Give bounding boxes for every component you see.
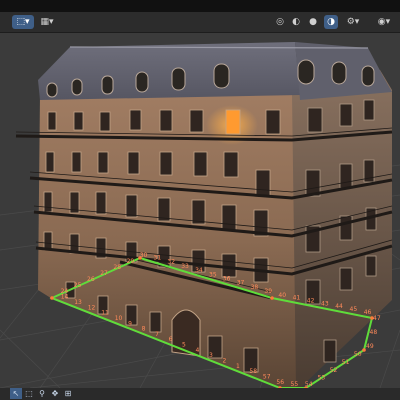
view-options-button[interactable]: ▦ ▾ xyxy=(37,15,57,29)
vertex-label: 6 xyxy=(169,336,173,343)
vertex-label: 38 xyxy=(251,284,259,291)
vertex-label: 30 xyxy=(140,252,148,259)
transform-mode-button[interactable]: ⬚ ▾ xyxy=(12,15,34,29)
vertex-label: 32 xyxy=(167,259,175,266)
scene-canvas[interactable]: 24252627282930 31323334353637383940 41 42 43… xyxy=(0,33,400,388)
solid-shading-icon: ◐ xyxy=(292,17,300,27)
snap-button[interactable]: ⊞ xyxy=(62,388,74,399)
vertex-label: 36 xyxy=(223,276,231,283)
vertex-label: 50 xyxy=(354,351,362,358)
move-icon: ✥ xyxy=(51,389,59,398)
select-arrow-icon: ↖ xyxy=(12,389,20,398)
vertex-label: 8 xyxy=(142,326,146,333)
vertex-label: 5 xyxy=(182,342,186,349)
vertex-label: 37 xyxy=(237,280,245,287)
vertex-label: 14 xyxy=(61,294,69,301)
vertex-label: 26 xyxy=(87,276,95,283)
snap-icon: ⊞ xyxy=(64,389,72,398)
bottom-toolbar: ↖ ⬚ ⚲ ✥ ⊞ xyxy=(0,388,400,400)
chevron-down-icon: ▾ xyxy=(24,17,30,27)
vertex-label: 12 xyxy=(88,304,96,311)
vertex-label: 3 xyxy=(209,352,213,359)
vertex-label: 55 xyxy=(291,381,299,388)
overlay-button[interactable]: ◉ ▾ xyxy=(373,15,395,29)
material-shading-icon: ● xyxy=(309,17,317,27)
vertex-label: 52 xyxy=(330,367,338,374)
vertex-label: 58 xyxy=(249,368,257,375)
vertex-label: 54 xyxy=(305,381,313,388)
vertex-label: 35 xyxy=(209,271,217,278)
vertex-label: 49 xyxy=(366,343,374,350)
vertex-label: 11 xyxy=(101,310,109,317)
vertex-label: 57 xyxy=(263,374,271,381)
view-options-icon: ▦ xyxy=(40,17,49,27)
vertex-label: 29 xyxy=(127,258,135,265)
vertex-label: 40 xyxy=(278,292,286,299)
vertex-label: 43 xyxy=(321,300,329,307)
vertex-label: 28 xyxy=(113,264,121,271)
vertex-label: 42 xyxy=(307,298,315,305)
chevron-down-icon: ▾ xyxy=(385,17,391,27)
select-arrow-button[interactable]: ↖ xyxy=(10,388,22,399)
vertex-label: 45 xyxy=(350,306,358,313)
viewport-header-toolbar: ⬚ ▾ ▦ ▾ ◎ ◐ ● ◑ ⚙ ▾ ◉ ▾ xyxy=(0,12,400,33)
3d-viewport[interactable]: 24 25 26 27 28 29 30 31 32 33 34 35 36 37 38 39 40 41 42 43… xyxy=(0,33,400,388)
vertex-label: 39 xyxy=(264,288,272,295)
zoom-icon: ⚲ xyxy=(39,389,45,398)
gizmo-icon: ⚙ xyxy=(346,17,355,27)
vertex-label: 56 xyxy=(276,379,284,386)
wireframe-shading-button[interactable]: ◎ xyxy=(274,15,286,29)
select-box-icon: ⬚ xyxy=(25,389,33,398)
wireframe-shading-icon: ◎ xyxy=(276,17,284,27)
rendered-shading-button[interactable]: ◑ xyxy=(324,15,338,29)
vertex-label: 2 xyxy=(223,358,227,365)
vertex-label: 4 xyxy=(196,347,200,354)
gizmo-button[interactable]: ⚙ ▾ xyxy=(343,15,363,29)
solid-shading-button[interactable]: ◐ xyxy=(290,15,302,29)
chevron-down-icon: ▾ xyxy=(48,17,54,27)
vertex-label: 51 xyxy=(342,359,350,366)
overlay-icon: ◉ xyxy=(377,17,386,27)
select-box-button[interactable]: ⬚ xyxy=(23,388,35,399)
vertex-label: 44 xyxy=(335,303,343,310)
vertex-label: 7 xyxy=(155,331,159,338)
title-bar xyxy=(0,0,400,12)
transform-mode-icon: ⬚ xyxy=(16,17,25,27)
vertex-label: 31 xyxy=(154,255,162,262)
vertex-label: 1 xyxy=(236,363,240,370)
zoom-button[interactable]: ⚲ xyxy=(36,388,48,399)
vertex-label: 34 xyxy=(195,267,203,274)
chevron-down-icon: ▾ xyxy=(354,17,360,27)
vertex-label: 9 xyxy=(128,320,132,327)
vertex-label: 46 xyxy=(364,309,372,316)
vertex-label: 53 xyxy=(318,375,326,382)
rendered-shading-icon: ◑ xyxy=(327,17,335,27)
move-button[interactable]: ✥ xyxy=(49,388,61,399)
vertex-label: 33 xyxy=(181,263,189,270)
vertex-label: 27 xyxy=(100,270,108,277)
vertex-label: 25 xyxy=(74,282,82,289)
material-shading-button[interactable]: ● xyxy=(307,15,319,29)
vertex-label: 10 xyxy=(115,315,123,322)
vertex-label: 47 xyxy=(373,315,381,322)
vertex-label: 41 xyxy=(293,295,301,302)
vertex-label: 48 xyxy=(370,329,378,336)
vertex-label: 13 xyxy=(74,299,82,306)
